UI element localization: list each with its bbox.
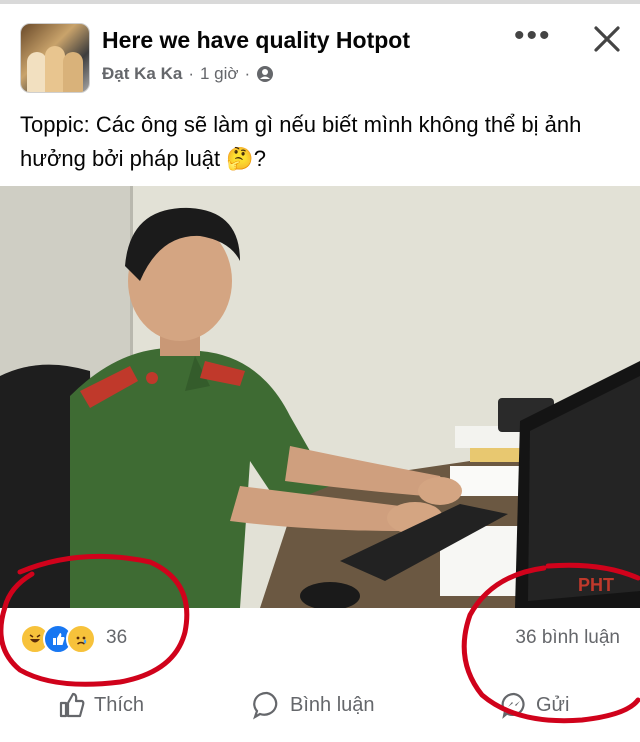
photo-illustration: PHT bbox=[0, 186, 640, 608]
comment-bubble-icon bbox=[253, 691, 278, 720]
post-photo[interactable]: PHT bbox=[0, 186, 640, 608]
meta-separator-2: · bbox=[244, 64, 251, 83]
photo-watermark: PHT bbox=[578, 575, 614, 595]
post-time[interactable]: 1 giờ bbox=[200, 64, 239, 84]
post-meta: Đạt Ka Ka · 1 giờ · bbox=[102, 64, 274, 84]
send-button[interactable]: Gửi bbox=[500, 680, 569, 730]
sad-icon bbox=[66, 624, 96, 654]
group-name[interactable]: Here we have quality Hotpot bbox=[102, 27, 410, 54]
reaction-count[interactable]: 36 bbox=[106, 627, 127, 649]
comment-label: Bình luận bbox=[290, 693, 375, 716]
post-text: Toppic: Các ông sẽ làm gì nếu biết mình … bbox=[20, 112, 582, 171]
messenger-icon bbox=[501, 692, 525, 719]
post-text-end: ? bbox=[253, 146, 266, 171]
like-button[interactable]: Thích bbox=[58, 680, 144, 730]
group-members-icon bbox=[257, 66, 274, 82]
screen-top-edge bbox=[0, 0, 640, 4]
like-label: Thích bbox=[94, 693, 145, 716]
comment-button[interactable]: Bình luận bbox=[252, 680, 375, 730]
group-avatar[interactable] bbox=[20, 23, 90, 93]
more-options-button[interactable]: ••• bbox=[514, 21, 552, 51]
meta-separator: · bbox=[188, 64, 194, 83]
send-label: Gửi bbox=[536, 693, 570, 716]
reaction-icons[interactable] bbox=[20, 624, 96, 654]
post-body: Toppic: Các ông sẽ làm gì nếu biết mình … bbox=[20, 108, 624, 176]
author-name[interactable]: Đạt Ka Ka bbox=[102, 64, 182, 84]
thumbs-up-icon bbox=[59, 692, 85, 718]
action-bar: Thích Bình luận Gửi bbox=[0, 680, 640, 730]
thinking-emoji: 🤔 bbox=[226, 146, 254, 171]
comment-count[interactable]: 36 bình luận bbox=[515, 627, 620, 649]
close-icon[interactable] bbox=[590, 22, 624, 56]
